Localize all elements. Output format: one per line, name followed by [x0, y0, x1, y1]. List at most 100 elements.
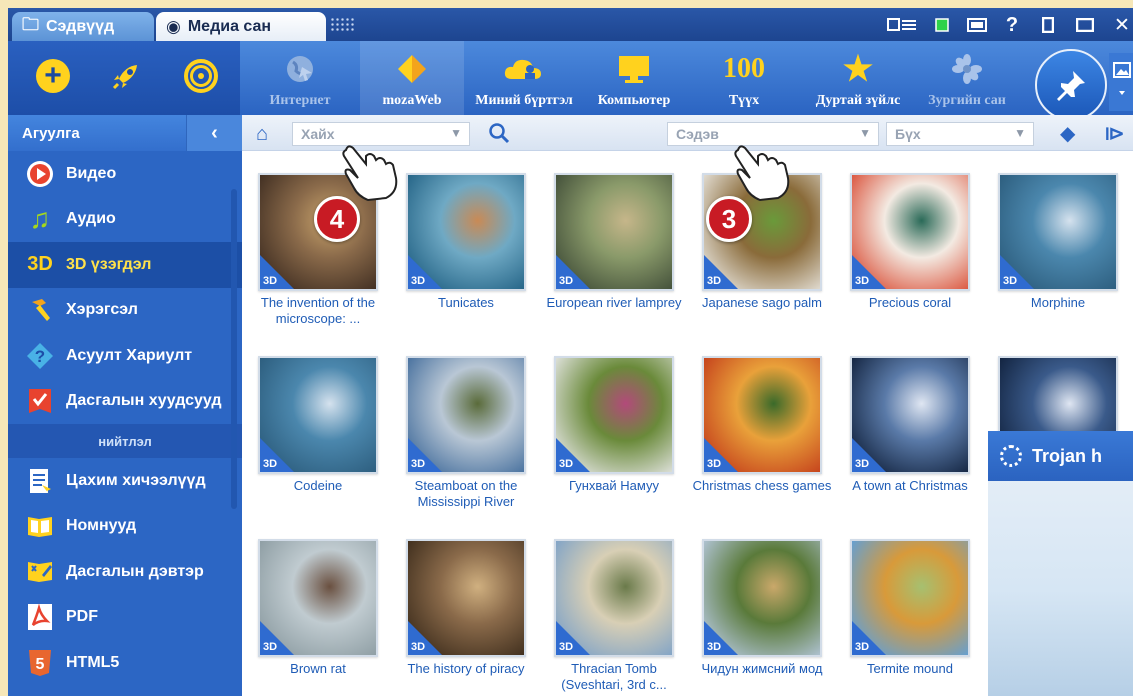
- media-tile[interactable]: 3D Гунхвай Намуу: [544, 356, 684, 494]
- spinner-icon: [1000, 445, 1022, 467]
- media-tile[interactable]: 3D The history of piracy: [396, 539, 536, 677]
- media-tile[interactable]: 3D Brown rat: [248, 539, 388, 677]
- tab-media-library[interactable]: ◉ Медиа сан: [156, 12, 326, 41]
- sidebar-item-tools[interactable]: Хэрэгсэл: [8, 288, 242, 334]
- sidebar-item-qa[interactable]: ? Асуулт Хариулт: [8, 333, 242, 379]
- popup-header: Trojan h: [988, 431, 1133, 481]
- toolbar-favorites[interactable]: ★ Дуртай зүйлс: [806, 41, 910, 115]
- layout-toggle-icon[interactable]: [886, 14, 918, 36]
- toolbar-my-account[interactable]: Миний бүртгэл: [466, 41, 582, 115]
- scope-select[interactable]: Бүх ▼: [886, 122, 1034, 146]
- home-icon[interactable]: ⌂: [256, 124, 278, 144]
- sidebar-item-workbook[interactable]: Дасгалын дэвтэр: [8, 549, 242, 595]
- sidebar-item-label: Аудио: [66, 210, 116, 228]
- rocket-icon[interactable]: [109, 59, 143, 93]
- badge-label: 3D: [559, 458, 574, 470]
- sidebar-item-video[interactable]: Видео: [8, 151, 242, 197]
- thumbnail: 3D: [406, 173, 526, 291]
- toolbar-internet[interactable]: Интернет: [254, 41, 346, 115]
- media-icon: ◉: [166, 16, 181, 36]
- app-window: 🗀 Сэдвүүд ◉ Медиа сан ? ✕ + Интернет moz…: [8, 8, 1133, 696]
- target-icon[interactable]: [184, 59, 218, 93]
- tile-label: Codeine: [293, 478, 343, 493]
- media-tile[interactable]: 3D Steamboat on the Mississippi River: [396, 356, 536, 510]
- pointer-hand-icon: [730, 138, 792, 202]
- cloud-user-icon: [502, 49, 546, 89]
- thumbnail: 3D: [554, 356, 674, 474]
- badge-label: 3D: [411, 275, 426, 287]
- screen-icon[interactable]: [966, 14, 988, 36]
- sidebar-item-label: Дасгалын хуудсууд: [66, 392, 222, 410]
- badge-label: 3D: [411, 458, 426, 470]
- media-tile[interactable]: 3D European river lamprey: [544, 173, 684, 311]
- tab-topics[interactable]: 🗀 Сэдвүүд: [12, 12, 154, 41]
- toolbar-mozaweb[interactable]: mozaWeb: [360, 41, 464, 115]
- lesson-icon: [26, 467, 54, 495]
- tab-label: Медиа сан: [187, 17, 272, 35]
- tile-label: A town at Christmas: [852, 478, 968, 493]
- sidebar: Агуулга ‹ Видео ♫ Аудио 3D 3D үзэгдэл Хэ…: [8, 115, 242, 696]
- media-tile[interactable]: 3D Termite mound: [840, 539, 980, 677]
- pin-icon[interactable]: [1035, 49, 1107, 121]
- toolbar-label: Миний бүртгэл: [475, 93, 573, 108]
- sidebar-item-pdf[interactable]: PDF: [8, 595, 242, 641]
- sidebar-item-label: Номнууд: [66, 517, 137, 535]
- sidebar-item-e-lessons[interactable]: Цахим хичээлүүд: [8, 458, 242, 504]
- toolbar-label: Компьютер: [597, 93, 671, 108]
- thumbnail: 3D: [258, 356, 378, 474]
- notification-popup[interactable]: Trojan h: [988, 431, 1133, 696]
- tile-label: Termite mound: [867, 661, 953, 676]
- sidebar-item-audio[interactable]: ♫ Аудио: [8, 197, 242, 243]
- history-100-icon: 100: [723, 53, 765, 84]
- toolbar-history[interactable]: 100 Түүх: [698, 41, 790, 115]
- media-tile[interactable]: 3D Чидун жимсний мод: [692, 539, 832, 677]
- tile-label: Steamboat on the Mississippi River: [414, 478, 518, 509]
- media-tile[interactable]: 3D Precious coral: [840, 173, 980, 311]
- grip-icon[interactable]: [330, 17, 356, 31]
- toolbar-gallery[interactable]: Зургийн сан: [918, 41, 1016, 115]
- chevron-left-icon: ‹: [211, 121, 218, 144]
- tile-label: Morphine: [1030, 295, 1086, 310]
- sidebar-section-articles: нийтлэл: [8, 424, 242, 458]
- main-toolbar: + Интернет mozaWeb Миний бүртгэл Компьют…: [8, 41, 1133, 121]
- sort-toggle-icon[interactable]: ◆: [1060, 121, 1075, 146]
- sidebar-item-books[interactable]: Номнууд: [8, 504, 242, 550]
- green-status-icon[interactable]: [933, 14, 951, 36]
- chevron-down-icon: ▼: [450, 126, 462, 140]
- star-icon: ★: [842, 51, 874, 88]
- badge-label: 3D: [263, 641, 278, 653]
- collapse-sidebar-button[interactable]: ‹: [186, 115, 242, 151]
- tile-label: The history of piracy: [407, 661, 525, 676]
- sidebar-item-html5[interactable]: 5 HTML5: [8, 640, 242, 686]
- thumbnail: 3D: [554, 173, 674, 291]
- tile-label: Чидун жимсний мод: [701, 661, 823, 676]
- toolbar-computer[interactable]: Компьютер: [588, 41, 680, 115]
- maximize-icon[interactable]: [1074, 14, 1096, 36]
- badge-label: 3D: [559, 641, 574, 653]
- image-view-icon[interactable]: [1109, 53, 1133, 111]
- close-icon[interactable]: ✕: [1112, 14, 1132, 36]
- sidebar-item-label: Видео: [66, 164, 117, 182]
- restore-icon[interactable]: [1038, 14, 1058, 36]
- media-tile[interactable]: 3D A town at Christmas: [840, 356, 980, 494]
- media-tile[interactable]: 3D Tunicates: [396, 173, 536, 311]
- tab-label: Сэдвүүд: [46, 17, 115, 35]
- sidebar-item-worksheets[interactable]: Дасгалын хуудсууд: [8, 379, 242, 425]
- add-icon[interactable]: +: [36, 59, 70, 93]
- hammer-icon: [26, 296, 54, 324]
- media-tile[interactable]: 3D Christmas chess games: [692, 356, 832, 494]
- sidebar-item-3d-scenes[interactable]: 3D 3D үзэгдэл: [8, 242, 242, 288]
- help-icon[interactable]: ?: [1003, 14, 1021, 36]
- workbook-icon: [26, 558, 54, 586]
- media-tile[interactable]: 3D Morphine: [988, 173, 1128, 311]
- search-icon[interactable]: [488, 122, 512, 146]
- tile-label: Гунхвай Намуу: [569, 478, 659, 493]
- media-tile[interactable]: 3D Thracian Tomb (Sveshtari, 3rd c...: [544, 539, 684, 693]
- tile-label: Thracian Tomb (Sveshtari, 3rd c...: [561, 661, 667, 692]
- sidebar-item-label: PDF: [66, 608, 98, 626]
- badge-label: 3D: [855, 458, 870, 470]
- media-tile[interactable]: 3D Codeine: [248, 356, 388, 494]
- sidebar-scrollbar[interactable]: [231, 189, 237, 509]
- thumbnail: 3D: [258, 539, 378, 657]
- view-toggle-icon[interactable]: ⧐: [1104, 121, 1125, 146]
